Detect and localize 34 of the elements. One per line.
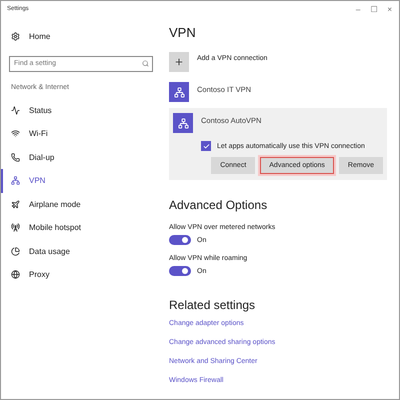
search-icon [142, 60, 149, 66]
home-item[interactable]: Home [1, 25, 161, 48]
maximize-button[interactable]: ☐ [367, 4, 380, 14]
vpn-tile[interactable] [169, 82, 189, 102]
minimize-button[interactable]: – [352, 4, 364, 14]
network-icon [178, 118, 188, 128]
sidebar-item[interactable]: Status [1, 98, 161, 122]
network-icon [11, 176, 20, 186]
vpn-tile[interactable] [173, 113, 193, 133]
checkbox[interactable] [201, 141, 211, 151]
sidebar-item[interactable]: Airplane mode [1, 192, 161, 216]
plus-icon [174, 57, 184, 67]
sidebar-item[interactable]: VPN [1, 169, 161, 192]
sidebar-item[interactable]: Proxy [1, 263, 161, 286]
sidebar-item[interactable]: Dial-up [1, 146, 161, 169]
wifi-icon [11, 129, 20, 138]
toggle-switch[interactable] [169, 235, 191, 245]
globe-icon [11, 270, 20, 280]
section-heading: Related settings [169, 298, 256, 312]
page-title: VPN [169, 25, 197, 40]
airplane-icon [11, 200, 20, 209]
toggle-switch[interactable] [169, 266, 191, 276]
close-button[interactable]: × [384, 4, 395, 14]
sidebar-item[interactable]: Wi-Fi [1, 122, 161, 146]
sidebar-item[interactable]: Data usage [1, 240, 161, 263]
gear-icon [11, 32, 20, 42]
add-button[interactable] [169, 52, 189, 72]
network-icon [174, 86, 184, 98]
sidebar-item[interactable]: Mobile hotspot [1, 216, 161, 240]
radio-tower-icon [11, 223, 20, 232]
section-heading: Advanced Options [169, 198, 268, 212]
phone-icon [11, 152, 20, 162]
pie-chart-icon [11, 246, 20, 256]
activity-icon [11, 106, 20, 115]
